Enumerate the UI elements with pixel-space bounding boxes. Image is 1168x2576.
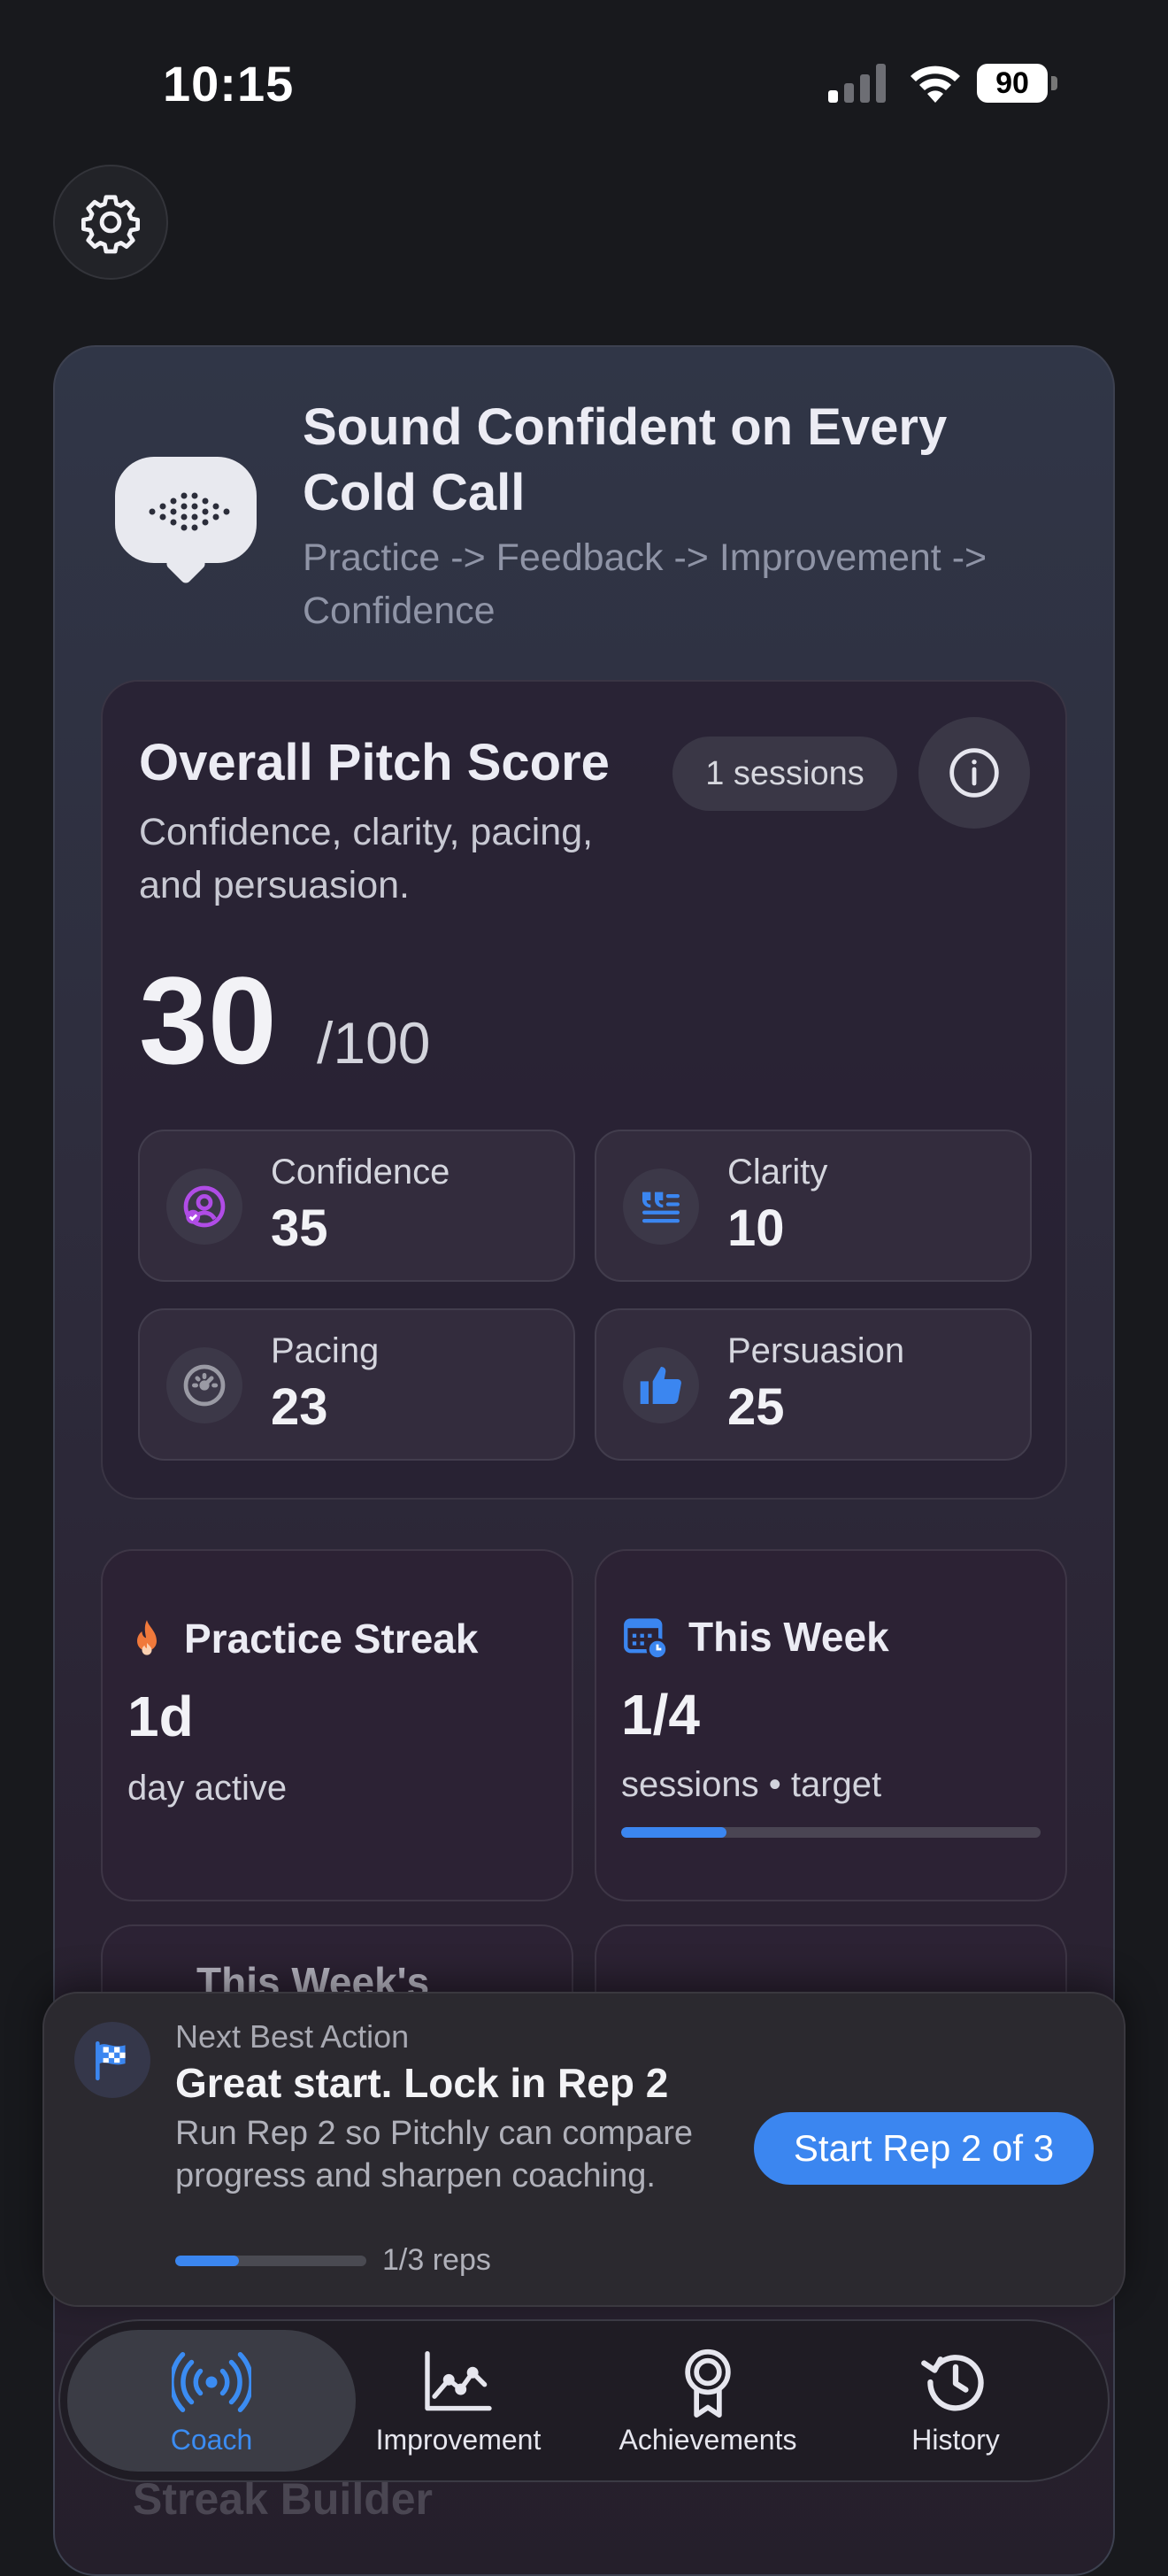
practice-streak-card[interactable]: Practice Streak 1d day active [101, 1549, 573, 1901]
metric-value: 35 [271, 1199, 328, 1257]
metric-persuasion[interactable]: Persuasion 25 [595, 1308, 1032, 1461]
overall-score-max: /100 [317, 1010, 431, 1076]
action-body: Run Rep 2 so Pitchly can compare progres… [175, 2115, 694, 2194]
metric-label: Confidence [271, 1153, 450, 1192]
settings-button[interactable] [53, 165, 168, 280]
week-sub: sessions • target [621, 1765, 882, 1804]
metric-label: Pacing [271, 1331, 380, 1370]
metric-label: Persuasion [727, 1331, 905, 1370]
status-time: 10:15 [163, 56, 295, 112]
score-description: Confidence, clarity, pacing, and persuas… [139, 811, 594, 906]
tab-label: Coach [170, 2424, 253, 2456]
tab-coach[interactable]: Coach [67, 2330, 356, 2472]
stat-title: Practice Streak [184, 1616, 479, 1662]
wifi-icon [908, 60, 963, 104]
line-chart-icon [419, 2346, 498, 2418]
battery-indicator: 90 [977, 64, 1058, 103]
pitchly-logo-icon [115, 457, 257, 563]
streak-sub: day active [127, 1769, 288, 1808]
speedometer-icon [166, 1347, 242, 1423]
confidence-icon [166, 1168, 242, 1245]
gear-icon [81, 195, 140, 254]
battery-level: 90 [977, 64, 1048, 103]
cellular-signal-icon [828, 64, 887, 103]
page-subline: Practice -> Feedback -> Improvement -> C… [303, 536, 987, 632]
week-value: 1/4 [621, 1683, 700, 1747]
score-info-button[interactable] [918, 717, 1030, 829]
reps-progress-fill [175, 2256, 239, 2266]
page-headline: Sound Confident on Every Cold Call [303, 398, 948, 521]
streak-value: 1d [127, 1685, 194, 1748]
start-rep-button[interactable]: Start Rep 2 of 3 [754, 2112, 1094, 2185]
metric-label: Clarity [727, 1153, 828, 1192]
overall-score-value: 30 [139, 951, 277, 1090]
metric-pacing[interactable]: Pacing 23 [138, 1308, 575, 1461]
metric-value: 25 [727, 1378, 785, 1436]
tab-history[interactable]: History [834, 2330, 1078, 2472]
metric-value: 23 [271, 1378, 328, 1436]
tab-achievements[interactable]: Achievements [586, 2330, 830, 2472]
metric-clarity[interactable]: Clarity 10 [595, 1130, 1032, 1282]
flame-icon [127, 1618, 166, 1664]
thumbs-up-icon [623, 1347, 699, 1423]
metric-value: 10 [727, 1199, 785, 1257]
calendar-icon [623, 1615, 669, 1661]
action-kicker: Next Best Action [175, 2018, 410, 2055]
tab-improvement[interactable]: Improvement [336, 2330, 580, 2472]
this-week-card[interactable]: This Week 1/4 sessions • target [595, 1549, 1067, 1901]
action-title: Great start. Lock in Rep 2 [175, 2060, 669, 2106]
week-progress-track [621, 1827, 1041, 1838]
week-progress-fill [621, 1827, 726, 1838]
info-icon [949, 748, 999, 798]
reps-progress-label: 1/3 reps [382, 2243, 491, 2277]
broadcast-icon [172, 2346, 251, 2418]
clarity-quote-icon [623, 1168, 699, 1245]
tab-label: Improvement [375, 2424, 542, 2456]
sessions-badge: 1 sessions [672, 737, 897, 811]
score-title: Overall Pitch Score [139, 734, 610, 791]
reps-progress-track [175, 2256, 366, 2266]
tab-label: History [911, 2424, 1000, 2456]
metric-confidence[interactable]: Confidence 35 [138, 1130, 575, 1282]
stat-title: This Week [688, 1614, 889, 1660]
checkered-flag-icon [74, 2022, 150, 2098]
tab-label: Achievements [619, 2424, 797, 2456]
award-ribbon-icon [668, 2346, 748, 2418]
history-clock-icon [916, 2346, 995, 2418]
